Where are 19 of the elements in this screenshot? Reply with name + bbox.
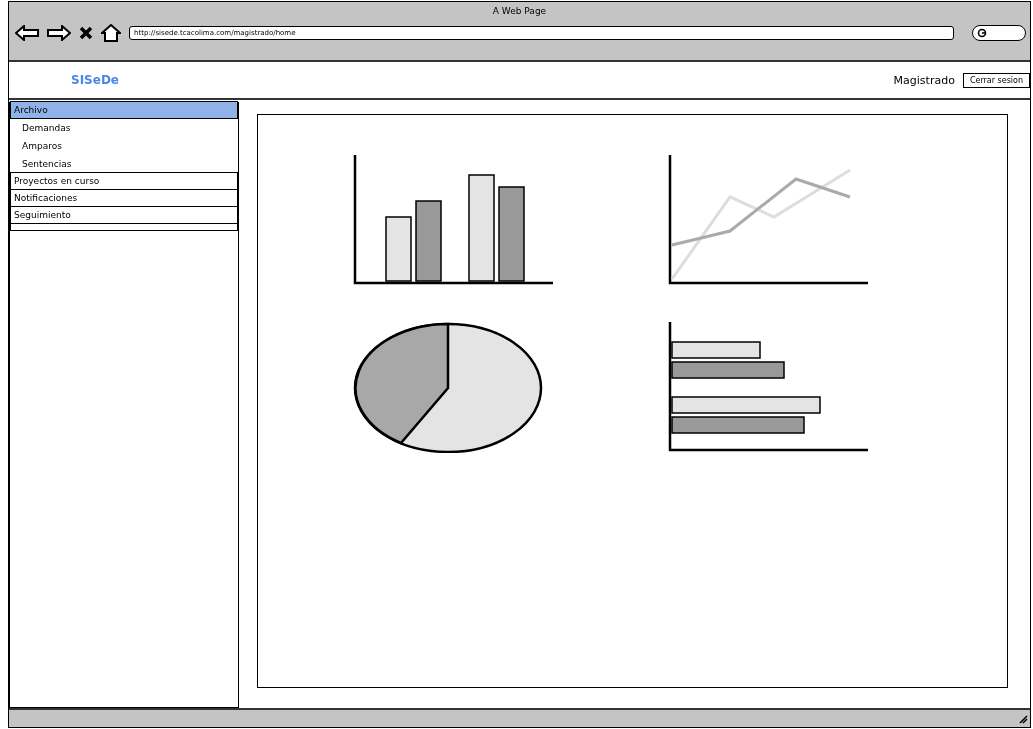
search-icon (977, 28, 987, 38)
search-field[interactable] (972, 25, 1026, 41)
home-icon[interactable] (101, 24, 121, 42)
user-role: Magistrado (893, 73, 955, 87)
chart-bar (385, 216, 412, 282)
sidebar-item[interactable]: Archivo (10, 101, 238, 119)
close-icon[interactable] (79, 26, 93, 40)
back-icon[interactable] (15, 25, 39, 41)
sidebar-subitem[interactable]: Demandas (10, 119, 238, 137)
sidebar-item[interactable]: Proyectos en curso (10, 172, 238, 190)
resize-grip-icon[interactable] (1018, 713, 1028, 724)
window-title: A Web Page (492, 6, 547, 16)
sidebar-item[interactable]: Seguimiento (10, 206, 238, 224)
forward-icon[interactable] (47, 25, 71, 41)
sidebar-subitem[interactable]: Sentencias (10, 155, 238, 173)
sidebar-item[interactable]: Notificaciones (10, 189, 238, 207)
app-logo: SISeDe (71, 73, 119, 87)
sidebar-subitem[interactable]: Amparos (10, 137, 238, 155)
logout-button[interactable]: Cerrar sesion (962, 72, 1030, 88)
